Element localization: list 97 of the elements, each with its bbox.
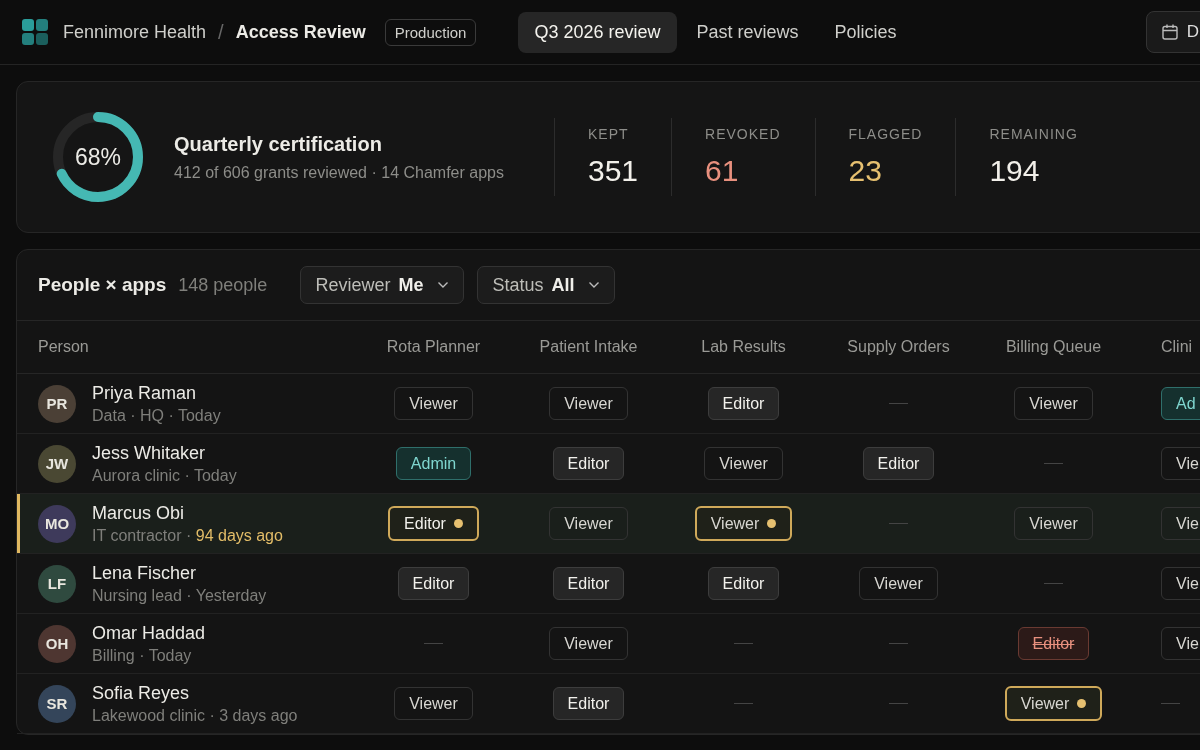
stat-value: 23 (848, 154, 883, 188)
role-badge[interactable]: Editor (707, 567, 780, 600)
role-badge[interactable]: Editor (552, 447, 625, 480)
last-review-time: Today (193, 466, 237, 484)
role-badge[interactable]: Editor (552, 687, 625, 720)
person-name: Jess Whitaker (92, 442, 207, 464)
empty-dash (889, 703, 908, 704)
role-badge[interactable]: Editor (1017, 627, 1090, 660)
role-badge[interactable]: Viewer (394, 387, 473, 420)
last-review-time: Today (148, 646, 192, 664)
table-title: People × apps (38, 274, 167, 296)
role-badge[interactable]: Viewer (704, 447, 783, 480)
empty-dash (889, 643, 908, 644)
calendar-icon (1160, 23, 1179, 41)
org-name: Fennimore Health (63, 21, 207, 43)
avatar: PR (38, 384, 76, 423)
last-review-time: 3 days ago (219, 706, 298, 724)
nav-tab[interactable]: Past reviews (680, 11, 815, 53)
empty-dash (1044, 583, 1063, 584)
environment-badge: Production (384, 18, 477, 46)
person-name: Lena Fischer (92, 562, 198, 584)
stat-label: KEPT (588, 126, 630, 142)
progress-percent: 68% (75, 145, 121, 169)
role-badge[interactable]: Viewer (549, 627, 628, 660)
stat-label: FLAGGED (848, 126, 923, 142)
empty-dash (889, 403, 908, 404)
role-badge[interactable]: Editor (707, 387, 780, 420)
column-header: Person (38, 338, 89, 355)
empty-dash (734, 703, 753, 704)
role-badge[interactable]: Viewer (549, 507, 628, 540)
role-badge[interactable]: Editor (862, 447, 935, 480)
role-badge[interactable]: Viewer (1014, 507, 1093, 540)
role-badge[interactable]: Editor (397, 567, 470, 600)
stat-label: REMAINING (989, 126, 1078, 142)
logo-icon (22, 19, 48, 45)
column-header: Supply Orders (847, 338, 950, 355)
person-details: Billing · (92, 646, 146, 664)
stat-label: REVOKED (705, 126, 781, 142)
flag-dot (453, 519, 463, 528)
column-header: Lab Results (701, 338, 786, 355)
chevron-down-icon (588, 281, 601, 289)
person-details: Nursing lead · (92, 586, 193, 604)
avatar: MO (38, 504, 76, 543)
column-header: Rota Planner (386, 338, 481, 355)
summary-subtitle: 412 of 606 grants reviewed · 14 Chamfer apps (174, 163, 505, 182)
filter-dropdown[interactable]: Status All (477, 266, 616, 304)
role-badge[interactable]: Vie (1161, 567, 1200, 600)
person-details: Lakewood clinic · (92, 706, 216, 724)
stat-value: 194 (989, 154, 1041, 188)
nav-tab[interactable]: Policies (818, 11, 913, 53)
stat-value: 61 (705, 154, 740, 188)
role-badge[interactable]: Editor (388, 506, 479, 541)
empty-dash (889, 523, 908, 524)
breadcrumb-separator: / (218, 20, 224, 44)
last-review-time: Yesterday (195, 586, 267, 604)
role-badge[interactable]: Viewer (1004, 686, 1103, 721)
person-name: Priya Raman (92, 382, 198, 404)
flag-dot (767, 519, 777, 528)
role-badge[interactable]: Ad (1161, 387, 1200, 420)
page-title: Access Review (235, 21, 366, 43)
last-review-time: Today (177, 406, 221, 424)
chevron-down-icon (437, 281, 450, 289)
role-badge[interactable]: Viewer (859, 567, 938, 600)
date-button[interactable]: D (1145, 11, 1200, 53)
empty-dash (1044, 463, 1063, 464)
avatar: SR (38, 684, 76, 723)
role-badge[interactable]: Viewer (694, 506, 793, 541)
people-count: 148 people (178, 274, 268, 296)
person-name: Marcus Obi (92, 502, 186, 524)
stat-value: 351 (588, 154, 639, 188)
role-badge[interactable]: Vie (1161, 447, 1200, 480)
empty-dash (734, 643, 753, 644)
column-header: Patient Intake (539, 338, 638, 355)
empty-dash (424, 643, 443, 644)
person-name: Sofia Reyes (92, 682, 191, 704)
person-details: IT contractor · (92, 526, 193, 544)
summary-title: Quarterly certification (174, 132, 383, 156)
nav-tab[interactable]: Q3 2026 review (518, 11, 677, 53)
last-review-time: 94 days ago (195, 526, 283, 544)
empty-dash (1161, 703, 1180, 704)
avatar: JW (38, 444, 76, 483)
role-badge[interactable]: Editor (552, 567, 625, 600)
column-header: Billing Queue (1005, 338, 1102, 355)
flag-dot (1077, 699, 1087, 708)
avatar: LF (38, 564, 76, 603)
role-badge[interactable]: Viewer (549, 387, 628, 420)
role-badge[interactable]: Vie (1161, 627, 1200, 660)
person-details: Aurora clinic · (92, 466, 191, 484)
column-header: Clini (1161, 338, 1193, 355)
person-details: Data · HQ · (92, 406, 175, 424)
role-badge[interactable]: Admin (395, 447, 472, 480)
avatar: OH (38, 624, 76, 663)
role-badge[interactable]: Vie (1161, 507, 1200, 540)
filter-dropdown[interactable]: Reviewer Me (300, 266, 465, 304)
role-badge[interactable]: Viewer (394, 687, 473, 720)
person-name: Omar Haddad (92, 622, 206, 644)
role-badge[interactable]: Viewer (1014, 387, 1093, 420)
